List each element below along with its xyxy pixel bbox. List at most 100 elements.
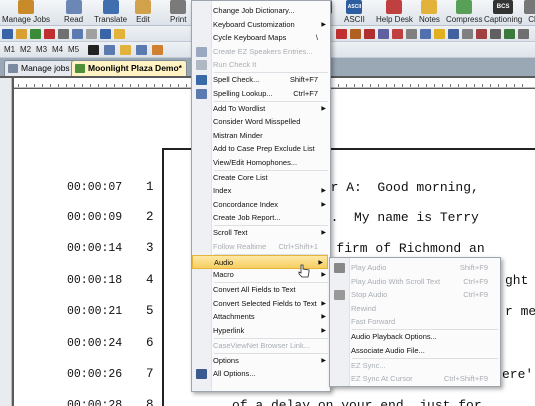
transcript-line[interactable]: of a delay on your end, just for (232, 398, 482, 406)
transcript-line[interactable]: ere' (502, 367, 533, 382)
menu-item-consider-word-misspelled[interactable]: Consider Word Misspelled (192, 115, 330, 129)
compress-button[interactable]: Compress (446, 0, 482, 26)
toolbar-button-right-3[interactable] (364, 29, 375, 39)
captioning-button[interactable]: BCS Captioning (484, 0, 522, 26)
menu-item-scroll-text[interactable]: Scroll Text ▶ (192, 226, 330, 240)
ruler-tick (346, 84, 347, 87)
toolbar2-button-2[interactable] (104, 45, 115, 55)
toolbar-button-3[interactable] (30, 29, 41, 39)
tab-moonlight-plaza-demo[interactable]: Moonlight Plaza Demo* (71, 60, 187, 76)
menu-item-shortcut: Shift+F7 (289, 75, 318, 84)
cl-button[interactable]: Cl (524, 0, 535, 26)
submenu-item-ez-sync-at-cursor[interactable]: EZ Sync At Cursor Ctrl+Shift+F9 (330, 372, 500, 386)
menu-item-hyperlink[interactable]: Hyperlink ▶ (192, 324, 330, 338)
toolbar-button-right-6[interactable] (406, 29, 417, 39)
toolbar-button-right-10[interactable] (462, 29, 473, 39)
toolbar-button-right-12[interactable] (490, 29, 501, 39)
menu-item-run-check-it[interactable]: Run Check It (192, 58, 330, 72)
toolbar-button-right-8[interactable] (434, 29, 445, 39)
menu-item-follow-realtime[interactable]: Follow Realtime Ctrl+Shift+1 (192, 240, 330, 254)
submenu-item-label: Play Audio With Scroll Text (351, 276, 441, 286)
menu-item-options[interactable]: Options ▶ (192, 354, 330, 368)
tab-manage-jobs[interactable]: Manage jobs (4, 60, 75, 76)
menu-item-label: Index (213, 186, 232, 195)
toolbar-button-4[interactable] (44, 29, 55, 39)
transcript-line[interactable]: aw firm of Richmond an (313, 241, 485, 256)
menu-item-all-options[interactable]: All Options... (192, 367, 330, 381)
edit-button[interactable]: Edit (135, 0, 151, 26)
menu-item-change-job-dictionary[interactable]: Change Job Dictionary... (192, 4, 330, 18)
toolbar-button-5[interactable] (58, 29, 69, 39)
toolbar-button-7[interactable] (86, 29, 97, 39)
toolbar-button-right-11[interactable] (476, 29, 487, 39)
ruler-tick (354, 84, 355, 87)
submenu-item-play-audio-with-scroll-text[interactable]: Play Audio With Scroll Text Ctrl+F9 (330, 275, 500, 289)
transcript-line[interactable]: ng. My name is Terry (315, 210, 479, 225)
menu-item-view-edit-homophones[interactable]: View/Edit Homophones... (192, 156, 330, 170)
submenu-item-associate-audio-file[interactable]: Associate Audio File... (330, 344, 500, 358)
menu-item-concordance-index[interactable]: Concordance Index ▶ (192, 198, 330, 212)
submenu-item-ez-sync[interactable]: EZ Sync... (330, 359, 500, 373)
ruler-tick (146, 84, 147, 87)
print-button[interactable]: Print (170, 0, 186, 26)
speakers-icon (196, 46, 207, 57)
toolbar2-button-5[interactable] (152, 45, 163, 55)
help-desk-button[interactable]: Help Desk (376, 0, 413, 26)
macro-button-m2[interactable]: M2 (20, 44, 31, 55)
macro-button-m3[interactable]: M3 (36, 44, 47, 55)
menu-item-add-to-wordlist[interactable]: Add To Wordlist ▶ (192, 102, 330, 116)
menu-item-spelling-lookup[interactable]: Spelling Lookup... Ctrl+F7 (192, 87, 330, 101)
menu-item-attachments[interactable]: Attachments ▶ (192, 310, 330, 324)
toolbar2-button-1[interactable] (88, 45, 99, 55)
toolbar-button-8[interactable] (100, 29, 111, 39)
chevron-right-icon: ▶ (321, 201, 326, 208)
toolbar-button-right-9[interactable] (448, 29, 459, 39)
macro-button-m5[interactable]: M5 (68, 44, 79, 55)
ruler-tick (410, 84, 411, 87)
transcript-line[interactable]: ker A: Good morning, (315, 180, 479, 195)
submenu-item-stop-audio[interactable]: Stop Audio Ctrl+F9 (330, 288, 500, 302)
macro-button-m1[interactable]: M1 (4, 44, 15, 55)
menu-item-spell-check[interactable]: Spell Check... Shift+F7 (192, 73, 330, 87)
toolbar-button-2[interactable] (16, 29, 27, 39)
menu-item-index[interactable]: Index ▶ (192, 184, 330, 198)
submenu-item-fast-forward[interactable]: Fast Forward (330, 315, 500, 329)
menu-item-shortcut: Ctrl+Shift+1 (278, 241, 318, 251)
menu-item-keyboard-customization[interactable]: Keyboard Customization ▶ (192, 18, 330, 32)
toolbar-button-right-7[interactable] (420, 29, 431, 39)
toolbar-button-right-14[interactable] (518, 29, 529, 39)
toolbar-button-1[interactable] (2, 29, 13, 39)
transcript-line[interactable]: r me (505, 304, 535, 319)
check-icon (196, 60, 207, 70)
submenu-item-audio-playback-options[interactable]: Audio Playback Options... (330, 330, 500, 344)
manage-jobs-button[interactable]: Manage Jobs (2, 0, 50, 26)
menu-item-caseviewnet-browser-link[interactable]: CaseViewNet Browser Link... (192, 339, 330, 353)
submenu-item-rewind[interactable]: Rewind (330, 302, 500, 316)
read-button[interactable]: Read (64, 0, 83, 26)
toolbar2-button-3[interactable] (120, 45, 131, 55)
menu-item-create-ez-speakers-entries[interactable]: Create EZ Speakers Entries... (192, 45, 330, 59)
toolbar-button-right-2[interactable] (350, 29, 361, 39)
macro-button-m4[interactable]: M4 (52, 44, 63, 55)
ruler-tick (114, 84, 115, 87)
menu-item-mistran-minder[interactable]: Mistran Minder (192, 129, 330, 143)
ruler-tick (362, 84, 363, 87)
ascii-button[interactable]: ASCII ASCII (344, 0, 365, 26)
toolbar-button-6[interactable] (72, 29, 83, 39)
menu-item-create-job-report[interactable]: Create Job Report... (192, 211, 330, 225)
menu-item-create-core-list[interactable]: Create Core List (192, 171, 330, 185)
toolbar2-button-4[interactable] (136, 45, 147, 55)
menu-item-add-to-case-prep-exclude-list[interactable]: Add to Case Prep Exclude List (192, 142, 330, 156)
toolbar-button-right-1[interactable] (336, 29, 347, 39)
submenu-item-play-audio[interactable]: Play Audio Shift+F9 (330, 261, 500, 275)
translate-button[interactable]: Translate (94, 0, 127, 26)
menu-item-convert-all-fields-to-text[interactable]: Convert All Fields to Text (192, 283, 330, 297)
menu-item-cycle-keyboard-maps[interactable]: Cycle Keyboard Maps \ (192, 31, 330, 45)
toolbar-button-9[interactable] (114, 29, 125, 39)
menu-item-convert-selected-fields-to-text[interactable]: Convert Selected Fields to Text ▶ (192, 297, 330, 311)
transcript-line[interactable]: ght (505, 273, 528, 288)
notes-button[interactable]: Notes (419, 0, 440, 26)
toolbar-button-right-4[interactable] (378, 29, 389, 39)
toolbar-button-right-13[interactable] (504, 29, 515, 39)
toolbar-button-right-5[interactable] (392, 29, 403, 39)
